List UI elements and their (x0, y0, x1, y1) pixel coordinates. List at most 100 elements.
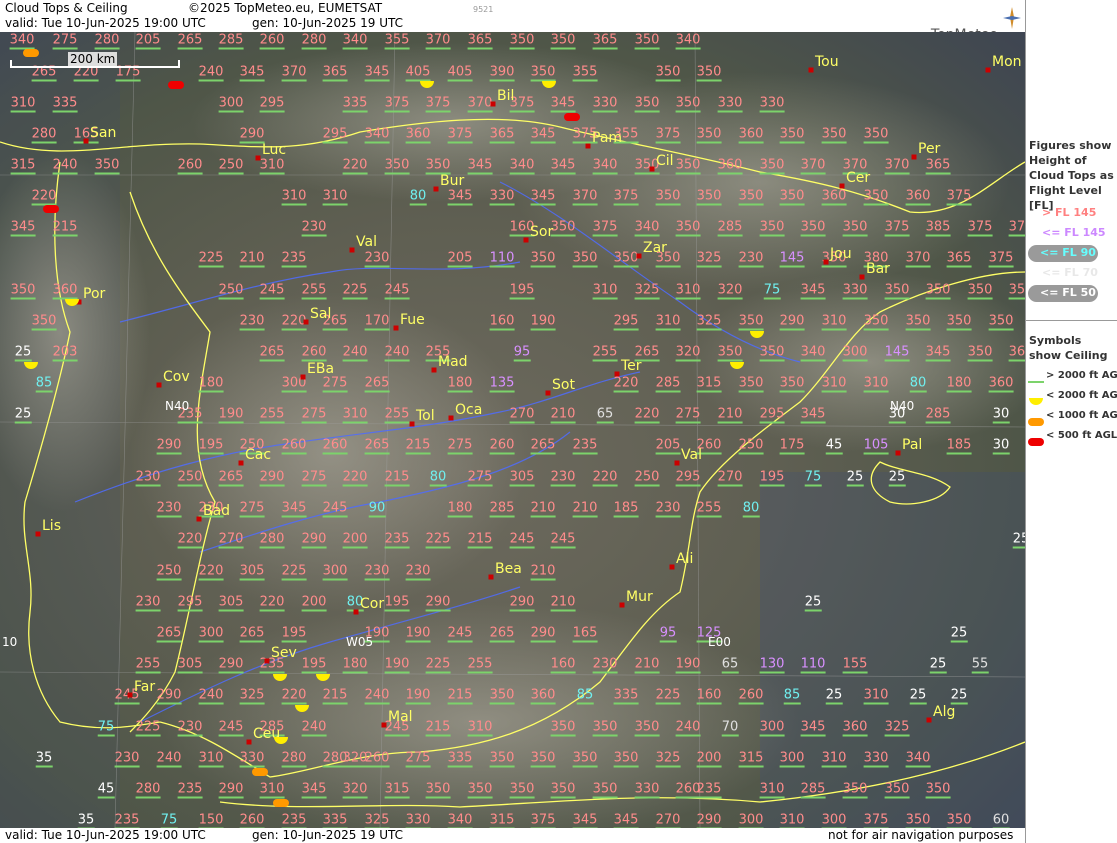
cloud-top-value: 370 (800, 157, 826, 175)
cloud-top-value: 350 (530, 250, 556, 268)
cloud-top-value: 35 (35, 750, 53, 768)
cloud-top-value: 290 (218, 781, 244, 799)
cloud-top-value: 220 (177, 531, 203, 549)
city-label: Mad (438, 354, 468, 370)
cloud-top-value: 230 (592, 656, 618, 674)
cloud-top-value: 350 (550, 32, 576, 50)
cloud-top-value: 300 (821, 812, 847, 828)
cloud-top-value: 360 (52, 282, 78, 300)
cloud-top-value: 215 (405, 437, 431, 455)
cloud-top-value: 350 (509, 781, 535, 799)
cloud-top-value: 370 (905, 250, 931, 268)
cloud-top-value: 25 (14, 406, 32, 424)
cloud-top-value: 275 (301, 406, 327, 424)
cloud-top-value: 350 (634, 95, 660, 113)
cloud-top-value: 315 (489, 812, 515, 828)
cloud-top-value: 195 (759, 469, 785, 487)
cloud-top-value: 350 (967, 344, 993, 362)
cloud-top-value: 240 (384, 344, 410, 362)
cloud-top-value: 340 (592, 157, 618, 175)
map-overlay (0, 32, 1025, 828)
city-label: Mal (388, 709, 413, 725)
footer-disclaimer: not for air navigation purposes (828, 828, 1014, 842)
cloud-top-value: 25 (950, 625, 968, 643)
cloud-top-value: 180 (198, 375, 224, 393)
cloud-top-value: 265 (239, 625, 265, 643)
city-label: Bar (866, 261, 890, 277)
cloud-top-value: 345 (467, 157, 493, 175)
city-label: Alg (933, 704, 956, 720)
city-marker (490, 101, 496, 107)
red-pill-icon (1027, 432, 1045, 451)
cloud-top-value: 255 (467, 656, 493, 674)
city-label: Per (918, 141, 941, 157)
cloud-top-value: 350 (863, 313, 889, 331)
city-label: Bad (203, 503, 231, 519)
cloud-top-value: 210 (550, 594, 576, 612)
cloud-top-value: 310 (10, 95, 36, 113)
cloud-top-value: 85 (35, 375, 53, 393)
cloud-top-value: 300 (759, 719, 785, 737)
cloud-top-value: 330 (759, 95, 785, 113)
cloud-top-value: 370 (425, 32, 451, 50)
cloud-top-value: 110 (489, 250, 515, 268)
cloud-top-value: 405 (447, 64, 473, 82)
cloud-top-value: 75 (160, 812, 178, 828)
cloud-top-value: 350 (779, 126, 805, 144)
cloud-top-value: 210 (634, 656, 660, 674)
cloud-top-value: 350 (884, 781, 910, 799)
cloud-top-value: 375 (384, 95, 410, 113)
city-label: Lis (42, 518, 61, 534)
city-label: Luc (262, 142, 287, 158)
cloud-top-value: 375 (863, 812, 889, 828)
cloud-top-value: 205 (135, 32, 161, 50)
cloud-top-value: 250 (218, 157, 244, 175)
cloud-top-value: 335 (342, 95, 368, 113)
topmeteo-logo[interactable]: TopMeteo (931, 3, 1021, 43)
cloud-top-value: 220 (613, 375, 639, 393)
cloud-top-value: 350 (634, 719, 660, 737)
cloud-top-value: 345 (239, 64, 265, 82)
cloud-top-value: 200 (696, 750, 722, 768)
cloud-top-value: 240 (301, 719, 327, 737)
cloud-top-value: 145 (884, 344, 910, 362)
cloud-top-value: 265 (634, 344, 660, 362)
city-label: Sot (552, 377, 575, 393)
cloud-top-value: 25 (14, 344, 32, 362)
city-marker (35, 531, 41, 537)
generated-time: gen: 10-Jun-2025 19 UTC (252, 16, 404, 30)
cloud-top-value: 330 (717, 95, 743, 113)
cloud-top-value: 350 (946, 812, 972, 828)
cloud-top-value: 350 (779, 375, 805, 393)
cloud-top-value: 195 (198, 437, 224, 455)
cloud-top-value: 285 (655, 375, 681, 393)
cloud-top-value: 350 (863, 126, 889, 144)
cloud-top-value: 305 (509, 469, 535, 487)
legend-title: Figures show Height of Cloud Tops as Fli… (1029, 139, 1114, 212)
cloud-top-value: 180 (342, 656, 368, 674)
cloud-top-value: 350 (613, 250, 639, 268)
cloud-top-value: 240 (52, 157, 78, 175)
city-marker (614, 371, 620, 377)
cloud-top-value: 230 (156, 500, 182, 518)
cloud-top-value: 190 (405, 625, 431, 643)
cloud-top-value: 320 (717, 282, 743, 300)
cloud-top-value: 255 (384, 406, 410, 424)
cloud-top-value: 45 (825, 437, 843, 455)
cloud-top-value: 225 (655, 687, 681, 705)
satellite-map[interactable]: 340 275 280 205 265 285 260 280 340 355 370 365 350 3… (0, 32, 1025, 828)
cloud-top-value: 360 (988, 375, 1014, 393)
cloud-top-value: 350 (738, 313, 764, 331)
cloud-top-value: 260 (177, 157, 203, 175)
cloud-top-value: 230 (135, 469, 161, 487)
cloud-top-value: 165 (572, 625, 598, 643)
cloud-top-value: 350 (738, 375, 764, 393)
city-marker (255, 155, 261, 161)
cloud-top-value: 305 (239, 563, 265, 581)
city-label: Far (134, 679, 156, 695)
copyright-text: ©2025 TopMeteo.eu, EUMETSAT (188, 1, 383, 15)
city-marker (985, 67, 991, 73)
cloud-top-value: 255 (259, 406, 285, 424)
cloud-top-value: 285 (717, 219, 743, 237)
cloud-top-value: 330 (842, 282, 868, 300)
